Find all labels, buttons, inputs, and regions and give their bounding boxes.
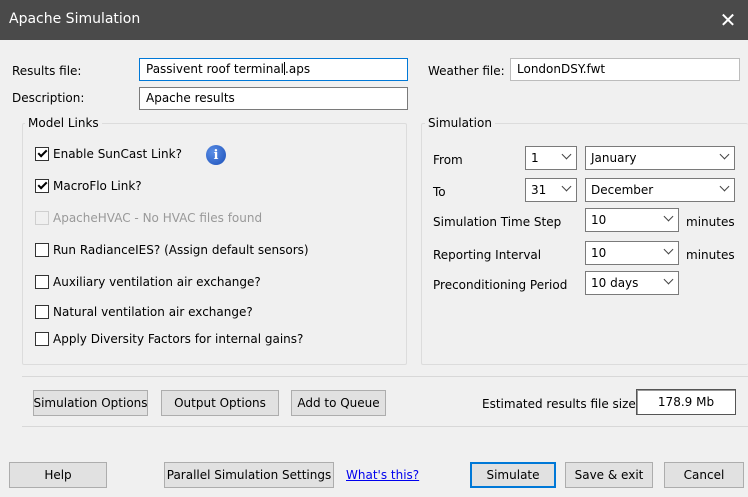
checkbox-box <box>35 211 49 225</box>
diversity-factors-checkbox[interactable]: Apply Diversity Factors for internal gai… <box>35 332 303 346</box>
checkbox-box <box>35 243 49 257</box>
title-bar: Apache Simulation ✕ <box>0 0 748 40</box>
chevron-down-icon <box>663 244 674 255</box>
description-value: Apache results <box>146 91 235 105</box>
preconditioning-value: 10 days <box>591 276 639 290</box>
run-radiance-checkbox[interactable]: Run RadianceIES? (Assign default sensors… <box>35 243 309 257</box>
weather-file-value: LondonDSY.fwt <box>517 62 606 76</box>
checkbox-label: Run RadianceIES? (Assign default sensors… <box>53 243 309 257</box>
to-month-select[interactable]: December <box>585 178 735 202</box>
chevron-down-icon <box>561 181 572 192</box>
auxiliary-ventilation-checkbox[interactable]: Auxiliary ventilation air exchange? <box>35 275 261 289</box>
chevron-down-icon <box>719 181 730 192</box>
chevron-down-icon <box>663 211 674 222</box>
results-file-label: Results file: <box>12 64 82 78</box>
parallel-simulation-settings-button[interactable]: Parallel Simulation Settings <box>164 462 334 488</box>
add-to-queue-button[interactable]: Add to Queue <box>291 390 386 416</box>
checkbox-box <box>35 332 49 346</box>
time-step-unit: minutes <box>686 215 735 229</box>
reporting-interval-label: Reporting Interval <box>433 248 542 262</box>
checkbox-box <box>35 305 49 319</box>
to-label: To <box>433 185 446 199</box>
to-month-value: December <box>591 183 654 197</box>
close-icon[interactable]: ✕ <box>708 0 748 40</box>
from-day-select[interactable]: 1 <box>525 146 577 170</box>
to-day-value: 31 <box>531 183 547 197</box>
simulation-options-button[interactable]: Simulation Options <box>33 390 148 416</box>
reporting-interval-select[interactable]: 10 <box>585 241 679 265</box>
output-options-button[interactable]: Output Options <box>161 390 279 416</box>
to-day-select[interactable]: 31 <box>525 178 577 202</box>
weather-file-field: LondonDSY.fwt <box>510 58 740 81</box>
reporting-interval-unit: minutes <box>686 248 735 262</box>
from-label: From <box>433 153 463 167</box>
preconditioning-select[interactable]: 10 days <box>585 271 679 295</box>
description-label: Description: <box>12 91 85 105</box>
enable-suncast-checkbox[interactable]: Enable SunCast Link? <box>35 147 182 161</box>
macroflo-link-checkbox[interactable]: MacroFlo Link? <box>35 179 142 193</box>
window-title: Apache Simulation <box>9 11 141 27</box>
divider <box>22 376 748 377</box>
whats-this-link[interactable]: What's this? <box>346 468 419 482</box>
info-icon[interactable]: i <box>206 145 226 165</box>
from-day-value: 1 <box>531 151 539 165</box>
time-step-label: Simulation Time Step <box>433 215 562 229</box>
check-icon <box>37 179 47 190</box>
checkbox-label: ApacheHVAC - No HVAC files found <box>53 211 263 225</box>
estimated-size-value: 178.9 Mb <box>636 389 736 415</box>
checkbox-label: Natural ventilation air exchange? <box>53 305 253 319</box>
checkbox-box <box>35 179 49 193</box>
preconditioning-label: Preconditioning Period <box>433 278 568 292</box>
natural-ventilation-checkbox[interactable]: Natural ventilation air exchange? <box>35 305 253 319</box>
description-input[interactable]: Apache results <box>139 87 408 110</box>
save-exit-button[interactable]: Save & exit <box>565 462 653 488</box>
apachehvac-checkbox: ApacheHVAC - No HVAC files found <box>35 211 262 225</box>
reporting-interval-value: 10 <box>591 246 607 260</box>
checkbox-label: Apply Diversity Factors for internal gai… <box>53 332 304 346</box>
checkbox-label: MacroFlo Link? <box>53 179 142 193</box>
divider <box>22 426 748 427</box>
help-button[interactable]: Help <box>9 462 107 488</box>
chevron-down-icon <box>663 274 674 285</box>
check-icon <box>37 147 47 158</box>
checkbox-label: Enable SunCast Link? <box>53 147 182 161</box>
estimated-size-label: Estimated results file size <box>482 397 636 411</box>
checkbox-label: Auxiliary ventilation air exchange? <box>53 275 261 289</box>
text-caret <box>284 62 286 75</box>
results-file-input[interactable]: Passivent roof terminal.aps <box>139 58 408 81</box>
model-links-label: Model Links <box>25 116 102 130</box>
time-step-value: 10 <box>591 213 607 227</box>
from-month-value: January <box>591 151 637 165</box>
checkbox-box <box>35 275 49 289</box>
chevron-down-icon <box>561 149 572 160</box>
from-month-select[interactable]: January <box>585 146 735 170</box>
cancel-button[interactable]: Cancel <box>664 462 744 488</box>
results-file-value: Passivent roof terminal.aps <box>146 62 311 76</box>
time-step-select[interactable]: 10 <box>585 208 679 232</box>
checkbox-box <box>35 147 49 161</box>
weather-file-label: Weather file: <box>428 64 505 78</box>
simulate-button[interactable]: Simulate <box>470 462 556 488</box>
apache-simulation-dialog: Apache Simulation ✕ Results file: Passiv… <box>0 0 748 497</box>
chevron-down-icon <box>719 149 730 160</box>
simulation-label: Simulation <box>425 116 495 130</box>
